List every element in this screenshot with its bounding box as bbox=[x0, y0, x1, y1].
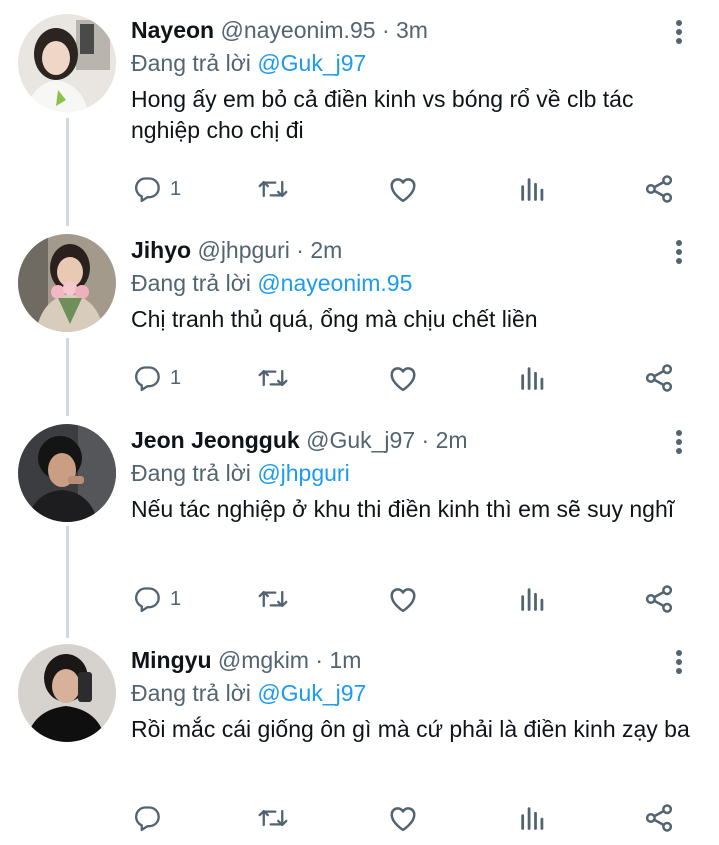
like-icon bbox=[388, 804, 418, 832]
replying-to: Đang trả lời @Guk_j97 bbox=[131, 49, 366, 77]
share-button[interactable] bbox=[644, 169, 674, 209]
analytics-icon bbox=[518, 804, 546, 832]
avatar[interactable] bbox=[18, 644, 116, 742]
separator-dot: · bbox=[381, 17, 390, 43]
avatar[interactable] bbox=[18, 424, 116, 522]
reply-button[interactable]: 1 bbox=[133, 579, 181, 619]
analytics-icon bbox=[518, 585, 546, 613]
retweet-button[interactable] bbox=[258, 579, 288, 619]
like-icon bbox=[388, 175, 418, 203]
reply-count: 1 bbox=[170, 587, 182, 610]
separator-dot: · bbox=[421, 427, 430, 453]
replying-to-label: Đang trả lời bbox=[131, 270, 251, 296]
user-handle[interactable]: @nayeonim.95 bbox=[220, 17, 375, 43]
display-name[interactable]: Nayeon bbox=[131, 17, 214, 43]
reply-count: 1 bbox=[170, 177, 182, 200]
more-options-icon[interactable] bbox=[666, 238, 692, 266]
tweet-header: Jihyo @jhpguri · 2m bbox=[131, 236, 342, 264]
tweet-header: Jeon Jeongguk @Guk_j97 · 2m bbox=[131, 426, 468, 454]
action-bar: 1 bbox=[0, 358, 719, 398]
retweet-icon bbox=[258, 364, 288, 392]
replying-to: Đang trả lời @Guk_j97 bbox=[131, 679, 366, 707]
separator-dot: · bbox=[296, 237, 304, 263]
like-icon bbox=[388, 585, 418, 613]
more-options-icon[interactable] bbox=[666, 18, 692, 46]
reply-button[interactable]: 1 bbox=[133, 169, 181, 209]
share-icon bbox=[644, 584, 674, 614]
replying-to: Đang trả lời @jhpguri bbox=[131, 459, 350, 487]
comment-icon bbox=[133, 175, 161, 203]
like-button[interactable] bbox=[388, 798, 418, 838]
analytics-button[interactable] bbox=[518, 169, 546, 209]
tweet-text: Chị tranh thủ quá, ổng mà chịu chết liền bbox=[131, 306, 538, 332]
retweet-button[interactable] bbox=[258, 798, 288, 838]
analytics-button[interactable] bbox=[518, 358, 546, 398]
display-name[interactable]: Jihyo bbox=[131, 237, 191, 263]
analytics-button[interactable] bbox=[518, 579, 546, 619]
retweet-icon bbox=[258, 804, 288, 832]
share-button[interactable] bbox=[644, 579, 674, 619]
like-button[interactable] bbox=[388, 358, 418, 398]
display-name[interactable]: Jeon Jeongguk bbox=[131, 427, 300, 453]
like-button[interactable] bbox=[388, 169, 418, 209]
more-options-icon[interactable] bbox=[666, 428, 692, 456]
reply-button[interactable]: 1 bbox=[133, 358, 181, 398]
action-bar: 1 bbox=[0, 169, 719, 209]
analytics-icon bbox=[518, 175, 546, 203]
user-handle[interactable]: @mgkim bbox=[218, 647, 309, 673]
display-name[interactable]: Mingyu bbox=[131, 647, 212, 673]
more-options-icon[interactable] bbox=[666, 648, 692, 676]
avatar[interactable] bbox=[18, 14, 116, 112]
replying-to-label: Đang trả lời bbox=[131, 680, 251, 706]
replying-to-label: Đang trả lời bbox=[131, 50, 251, 76]
share-button[interactable] bbox=[644, 358, 674, 398]
avatar[interactable] bbox=[18, 234, 116, 332]
tweet-text: Hong ấy em bỏ cả điền kinh vs bóng rổ về… bbox=[131, 86, 634, 143]
tweet-header: Nayeon @nayeonim.95 · 3m bbox=[131, 16, 428, 44]
replying-to-label: Đang trả lời bbox=[131, 460, 251, 486]
share-icon bbox=[644, 803, 674, 833]
action-bar: 1 bbox=[0, 579, 719, 619]
analytics-button[interactable] bbox=[518, 798, 546, 838]
mention-link[interactable]: @Guk_j97 bbox=[257, 50, 366, 76]
timestamp[interactable]: 2m bbox=[310, 237, 342, 263]
replying-to: Đang trả lời @nayeonim.95 bbox=[131, 269, 412, 297]
like-button[interactable] bbox=[388, 579, 418, 619]
reply-count: 1 bbox=[170, 366, 182, 389]
comment-icon bbox=[133, 364, 161, 392]
comment-icon bbox=[133, 804, 161, 832]
mention-link[interactable]: @jhpguri bbox=[257, 460, 349, 486]
retweet-button[interactable] bbox=[258, 169, 288, 209]
timestamp[interactable]: 1m bbox=[329, 647, 361, 673]
share-button[interactable] bbox=[644, 798, 674, 838]
like-icon bbox=[388, 364, 418, 392]
retweet-icon bbox=[258, 175, 288, 203]
mention-link[interactable]: @nayeonim.95 bbox=[257, 270, 412, 296]
share-icon bbox=[644, 174, 674, 204]
tweet-text: Rồi mắc cái giống ôn gì mà cứ phải là đi… bbox=[131, 716, 690, 742]
timestamp[interactable]: 2m bbox=[436, 427, 468, 453]
retweet-button[interactable] bbox=[258, 358, 288, 398]
action-bar bbox=[0, 798, 719, 838]
reply-button[interactable] bbox=[133, 798, 170, 838]
tweet-header: Mingyu @mgkim · 1m bbox=[131, 646, 361, 674]
comment-icon bbox=[133, 585, 161, 613]
tweet-text: Nếu tác nghiệp ở khu thi điền kinh thì e… bbox=[131, 496, 675, 522]
retweet-icon bbox=[258, 585, 288, 613]
analytics-icon bbox=[518, 364, 546, 392]
user-handle[interactable]: @Guk_j97 bbox=[306, 427, 415, 453]
mention-link[interactable]: @Guk_j97 bbox=[257, 680, 366, 706]
separator-dot: · bbox=[315, 647, 324, 673]
share-icon bbox=[644, 363, 674, 393]
user-handle[interactable]: @jhpguri bbox=[197, 237, 289, 263]
timestamp[interactable]: 3m bbox=[396, 17, 428, 43]
